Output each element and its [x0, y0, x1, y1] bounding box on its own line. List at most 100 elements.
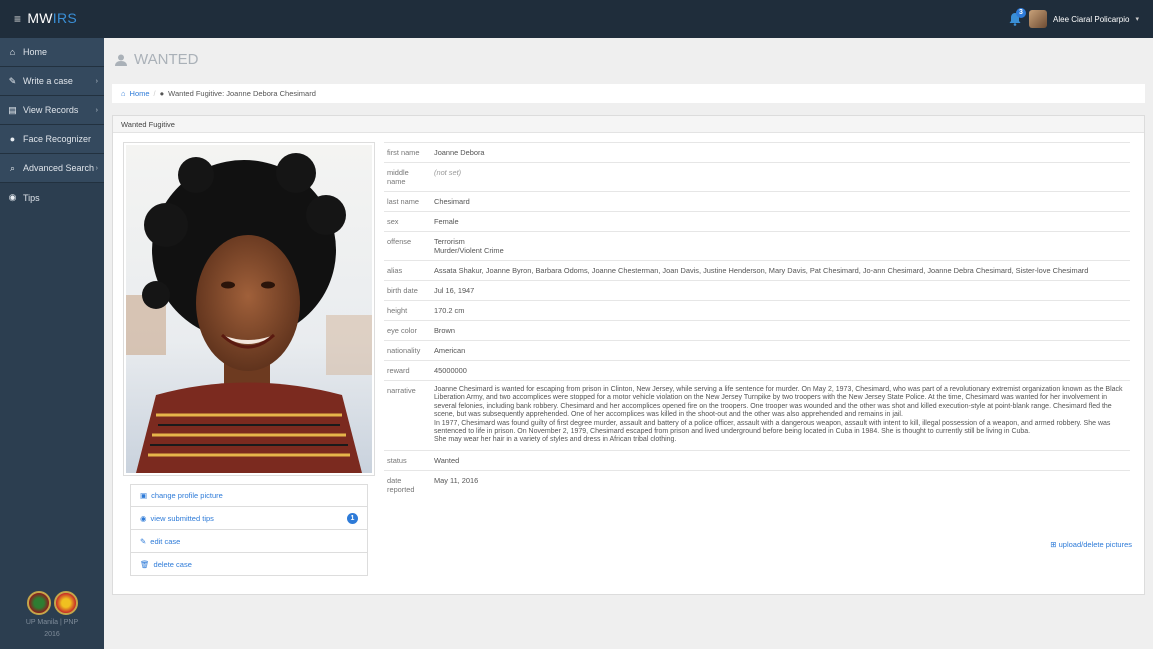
user-menu-chevron-icon[interactable]: ▾ [1135, 15, 1139, 23]
breadcrumb: ⌂ Home / ● Wanted Fugitive: Joanne Debor… [112, 84, 1145, 103]
sidebar-item-write-a-case[interactable]: ✎ Write a case › [0, 67, 104, 96]
notification-bell-icon[interactable]: 3 [1007, 8, 1026, 27]
eye-icon: ◉ [140, 513, 147, 523]
detail-value: Chesimard [430, 191, 1130, 212]
picture-icon: ▣ [140, 491, 148, 500]
detail-value: (not set) [430, 162, 1130, 192]
detail-value: American [430, 340, 1130, 361]
upload-link-label: upload/delete pictures [1058, 540, 1132, 549]
sidebar-item-label: Advanced Search [23, 163, 95, 173]
search-icon: ⌕ [9, 162, 16, 173]
detail-key: offense [384, 231, 430, 261]
detail-key: narrative [384, 380, 430, 451]
table-row: date reported May 11, 2016 [384, 469, 1130, 499]
detail-value: May 11, 2016 [430, 469, 1130, 499]
plus-square-icon: ⊞ [1050, 540, 1057, 549]
action-label: view submitted tips [150, 513, 214, 523]
table-row: birth date Jul 16, 1947 [384, 280, 1130, 301]
detail-key: date reported [384, 469, 430, 499]
detail-value: 45000000 [430, 360, 1130, 381]
case-actions: ▣ change profile picture ◉ view submitte… [130, 484, 368, 576]
action-label: edit case [150, 536, 181, 546]
home-icon: ⌂ [9, 47, 16, 57]
panel-heading: Wanted Fugitive [113, 116, 1144, 133]
notification-count-badge: 3 [1016, 8, 1026, 18]
sidebar-item-advanced-search[interactable]: ⌕ Advanced Search › [0, 154, 104, 183]
detail-value: Assata Shakur, Joanne Byron, Barbara Odo… [430, 260, 1130, 281]
table-row: alias Assata Shakur, Joanne Byron, Barba… [384, 260, 1130, 281]
edit-case-link[interactable]: ✎ edit case [130, 530, 368, 553]
table-row: nationality American [384, 340, 1130, 361]
detail-value: Terrorism Murder/Violent Crime [430, 231, 1130, 261]
user-icon: ● [9, 134, 16, 144]
user-area: 3 Alee Ciaral Policarpio ▾ [1007, 8, 1139, 29]
sidebar-item-label: View Records [23, 105, 79, 115]
breadcrumb-current: Wanted Fugitive: Joanne Debora Chesimard [168, 89, 316, 98]
sidebar-item-label: Face Recognizer [23, 134, 92, 144]
breadcrumb-home-icon[interactable]: ⌂ [121, 89, 126, 98]
detail-key: first name [384, 142, 430, 163]
table-row: status Wanted [384, 449, 1130, 471]
detail-key: sex [384, 211, 430, 232]
detail-key: nationality [384, 340, 430, 361]
detail-key: eye color [384, 320, 430, 341]
detail-key: status [384, 449, 430, 471]
sidebar-item-label: Home [23, 47, 48, 57]
chevron-right-icon: › [95, 164, 98, 172]
change-profile-picture-link[interactable]: ▣ change profile picture [130, 484, 368, 507]
sidebar-item-tips[interactable]: ◉ Tips [0, 183, 104, 212]
sidebar-item-home[interactable]: ⌂ Home [0, 38, 104, 67]
top-navbar: ≡ MWIRS 3 Alee Ciaral Policarpio ▾ [0, 0, 1153, 38]
records-icon: ▤ [8, 104, 17, 115]
breadcrumb-user-icon: ● [159, 89, 165, 98]
detail-key: last name [384, 191, 430, 212]
chevron-right-icon: › [95, 77, 98, 85]
profile-photo [123, 142, 375, 476]
page-title: WANTED [114, 51, 198, 68]
table-row: middle name (not set) [384, 162, 1130, 192]
sidebar-item-face-recognizer[interactable]: ● Face Recognizer [0, 125, 104, 154]
delete-case-link[interactable]: 🗑 delete case [130, 553, 368, 576]
up-manila-seal-icon [26, 591, 51, 615]
action-label: delete case [153, 559, 192, 569]
sidebar-item-view-records[interactable]: ▤ View Records › [0, 96, 104, 125]
table-row: offense Terrorism Murder/Violent Crime [384, 231, 1130, 261]
table-row: first name Joanne Debora [384, 142, 1130, 163]
seal-logos [0, 591, 104, 615]
brand-text-mw: MW [27, 10, 53, 26]
sidebar-footer: UP Manila | PNP 2016 [0, 591, 104, 649]
view-submitted-tips-link[interactable]: ◉ view submitted tips 1 [130, 507, 368, 530]
eye-icon: ◉ [8, 192, 17, 202]
detail-value: Female [430, 211, 1130, 232]
upload-delete-pictures-link[interactable]: ⊞ upload/delete pictures [1050, 540, 1132, 549]
footer-text-line2: 2016 [44, 631, 60, 638]
table-row: last name Chesimard [384, 191, 1130, 212]
user-name[interactable]: Alee Ciaral Policarpio [1053, 15, 1129, 24]
action-label: change profile picture [151, 491, 223, 500]
chevron-right-icon: › [95, 106, 98, 114]
detail-key: birth date [384, 280, 430, 301]
detail-key: alias [384, 260, 430, 281]
brand-logo[interactable]: ≡ MWIRS [14, 10, 77, 26]
breadcrumb-home-link[interactable]: Home [130, 89, 150, 98]
table-row: reward 45000000 [384, 360, 1130, 381]
fugitive-panel: Wanted Fugitive ▣ change profile picture… [112, 115, 1145, 595]
sidebar-item-label: Write a case [23, 76, 73, 86]
table-row: height 170.2 cm [384, 300, 1130, 321]
footer-text-line1: UP Manila | PNP [25, 619, 79, 626]
sidebar-item-label: Tips [23, 192, 40, 203]
detail-value: Wanted [430, 449, 1130, 471]
detail-value: Joanne Debora [430, 142, 1130, 163]
detail-key: reward [384, 360, 430, 381]
detail-key: middle name [384, 162, 430, 192]
detail-key: height [384, 300, 430, 321]
trash-icon: 🗑 [140, 559, 150, 569]
sidebar: ⌂ Home ✎ Write a case › ▤ View Records ›… [0, 38, 104, 649]
detail-value: Jul 16, 1947 [430, 280, 1130, 301]
pnp-seal-icon [53, 591, 78, 615]
table-row: narrative Joanne Chesimard is wanted for… [384, 380, 1130, 451]
avatar[interactable] [1029, 10, 1047, 28]
edit-icon: ✎ [140, 536, 147, 546]
user-icon [115, 54, 127, 66]
hamburger-menu-icon[interactable]: ≡ [14, 12, 21, 26]
